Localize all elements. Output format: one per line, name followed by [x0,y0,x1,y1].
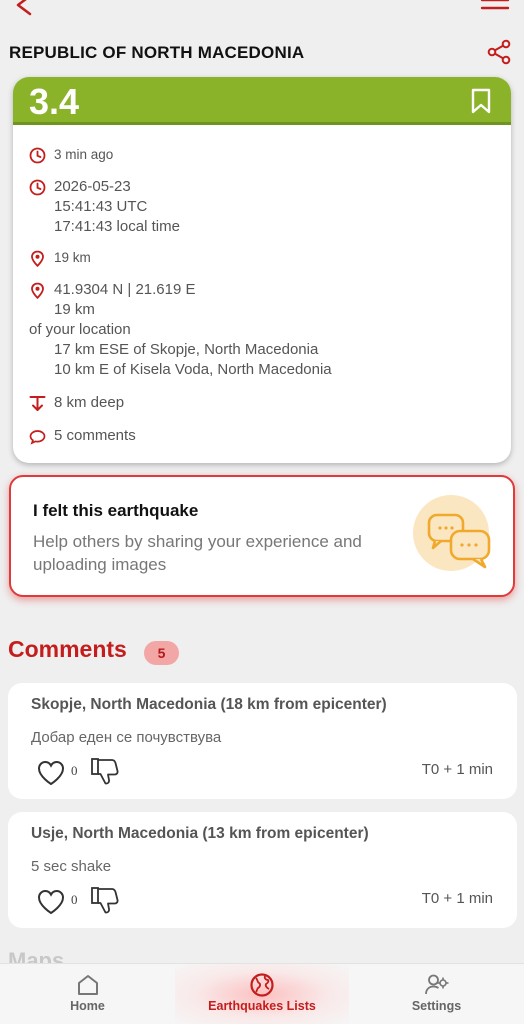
nav-settings-label: Settings [411,999,462,1013]
user-settings-icon [424,974,448,995]
comment-bubble-icon [29,430,46,445]
menu-icon[interactable] [480,0,510,14]
nav-home[interactable]: Home [0,964,175,1024]
felt-title: I felt this earthquake [33,501,199,520]
globe-icon [250,973,274,997]
comments-count-badge: 5 [144,641,179,665]
share-icon[interactable] [486,39,512,65]
thumbs-down-icon[interactable] [90,756,120,786]
of-your-location: of your location [29,321,131,338]
comment-card: Usje, North Macedonia (13 km from epicen… [8,812,517,928]
distance-row: 19 km [29,248,91,268]
coordinates-row: 41.9304 N | 21.619 E 19 km of your locat… [29,280,499,380]
quake-date: 2026-05-23 [54,178,131,195]
comment-text: 5 sec shake [31,858,112,875]
magnitude-value: 3.4 [29,81,80,122]
region-title: REPUBLIC OF NORTH MACEDONIA [9,43,305,62]
quake-utc-time: 15:41:43 UTC [54,198,148,215]
time-ago-row: 3 min ago [29,145,113,165]
coordinates: 41.9304 N | 21.619 E [54,281,196,298]
bookmark-icon[interactable] [469,88,493,114]
home-icon [77,975,98,995]
magnitude-bar: 3.4 [13,77,511,125]
clock-icon [29,179,46,196]
comments-count-label: 5 comments [54,427,136,444]
comments-heading: Comments [8,636,127,662]
chat-bubbles-icon [413,495,491,571]
comment-location: Usje, North Macedonia (13 km from epicen… [31,825,369,842]
top-bar [0,0,524,20]
location-pin-icon [31,250,44,267]
nav-earthquakes-lists-label: Earthquakes Lists [208,999,316,1013]
depth-arrow-icon [29,396,46,411]
clock-icon [29,147,46,164]
nav-settings[interactable]: Settings [349,964,524,1024]
location-pin-icon [31,282,44,299]
bottom-nav: Home Earthquakes Lists Settings [0,963,524,1024]
time-ago: 3 min ago [54,147,114,162]
heart-icon[interactable] [36,759,66,787]
datetime-row: 2026-05-23 15:41:43 UTC 17:41:43 local t… [29,177,180,237]
quake-local-time: 17:41:43 local time [54,218,180,235]
comment-card: Skopje, North Macedonia (18 km from epic… [8,683,517,799]
nav-home-label: Home [70,999,105,1013]
like-count: 0 [71,892,78,907]
felt-description: Help others by sharing your experience a… [33,532,362,574]
distance-short: 19 km [54,250,91,265]
comment-text: Добар еден се почувствува [31,729,222,746]
thumbs-down-icon[interactable] [90,885,120,915]
depth: 8 km deep [54,394,125,411]
back-icon[interactable] [12,0,38,18]
nearby-place-1: 17 km ESE of Skopje, North Macedonia [54,341,319,358]
comment-location: Skopje, North Macedonia (18 km from epic… [31,696,387,713]
felt-earthquake-card[interactable]: I felt this earthquake Help others by sh… [9,475,515,597]
nav-earthquakes-lists[interactable]: Earthquakes Lists [175,964,349,1024]
earthquake-detail-card: 3.4 3 min ago 2026-05-23 15:41:43 UTC 17… [13,77,511,463]
comment-time: T0 + 1 min [421,761,493,778]
nearby-place-2: 10 km E of Kisela Voda, North Macedonia [54,361,332,378]
distance-from-you: 19 km [54,301,95,318]
heart-icon[interactable] [36,888,66,916]
comments-count-row[interactable]: 5 comments [29,426,136,446]
like-count: 0 [71,763,78,778]
comment-time: T0 + 1 min [421,890,493,907]
depth-row: 8 km deep [29,393,124,413]
